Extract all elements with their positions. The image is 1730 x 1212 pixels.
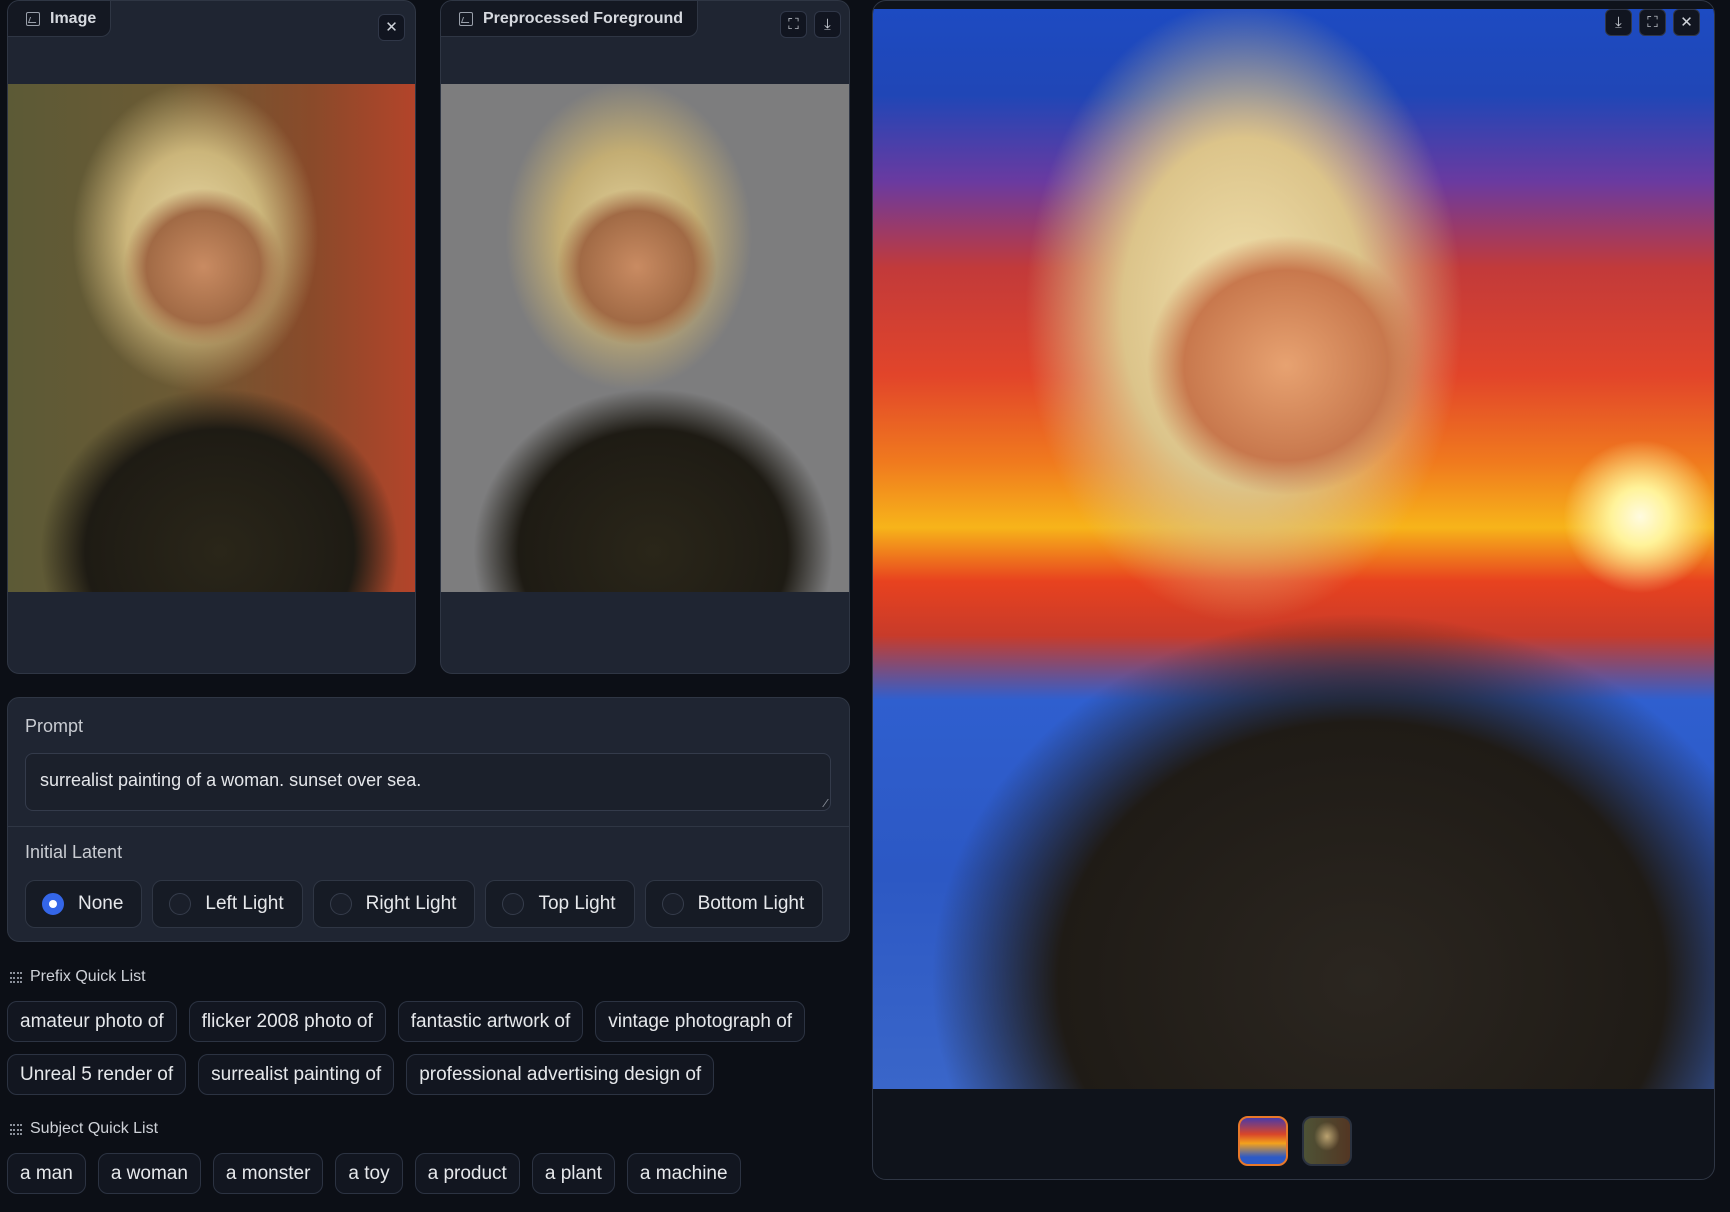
download-button[interactable]: ⤓ [1605, 9, 1632, 36]
prefix-chip-row-2: Unreal 5 render of surrealist painting o… [7, 1054, 715, 1095]
prefix-chip[interactable]: flicker 2008 photo of [188, 1001, 386, 1042]
preprocessed-foreground-label: Preprocessed Foreground [441, 1, 699, 37]
list-icon [10, 1123, 22, 1135]
radio-selected-icon [42, 893, 64, 915]
resize-handle-icon[interactable] [815, 799, 829, 807]
download-icon: ⤓ [824, 16, 831, 33]
subject-quick-list-title: Subject Quick List [10, 1120, 158, 1138]
close-icon: ✕ [385, 19, 398, 36]
prefix-chip[interactable]: fantastic artwork of [397, 1001, 584, 1042]
radio-label: Right Light [365, 893, 457, 914]
fullscreen-icon: ⛶ [788, 16, 799, 33]
prompt-value: surrealist painting of a woman. sunset o… [40, 770, 422, 790]
radio-empty-icon [329, 893, 352, 915]
close-button[interactable]: ✕ [378, 14, 405, 41]
thumbnail-foreground[interactable] [1302, 1116, 1352, 1166]
download-icon: ⤓ [1615, 14, 1622, 31]
subject-chip[interactable]: a plant [531, 1153, 615, 1194]
prompt-textarea[interactable]: surrealist painting of a woman. sunset o… [25, 753, 831, 811]
subject-chip[interactable]: a machine [626, 1153, 741, 1194]
subject-chip[interactable]: a toy [335, 1153, 403, 1194]
radio-empty-icon [502, 893, 525, 915]
fullscreen-button[interactable]: ⛶ [780, 11, 807, 38]
prefix-quick-list-title-text: Prefix Quick List [30, 968, 146, 985]
subject-quick-list-title-text: Subject Quick List [30, 1120, 159, 1137]
input-image[interactable] [8, 84, 415, 592]
preprocessed-foreground-image [441, 84, 849, 592]
initial-latent-label: Initial Latent [25, 842, 123, 862]
result-image[interactable] [873, 9, 1714, 1089]
radio-right-light[interactable]: Right Light [312, 880, 476, 928]
prompt-settings-block: Prompt surrealist painting of a woman. s… [7, 697, 850, 942]
result-gallery: ⤓ ⛶ ✕ [872, 0, 1715, 1180]
radio-empty-icon [169, 893, 192, 915]
radio-label: Bottom Light [697, 893, 805, 914]
radio-left-light[interactable]: Left Light [152, 880, 303, 928]
prefix-chip[interactable]: amateur photo of [7, 1001, 177, 1042]
radio-empty-icon [661, 893, 684, 915]
radio-top-light[interactable]: Top Light [485, 880, 635, 928]
radio-label: None [78, 893, 124, 914]
close-icon: ✕ [1680, 14, 1693, 31]
radio-bottom-light[interactable]: Bottom Light [644, 880, 824, 928]
download-button[interactable]: ⤓ [814, 11, 841, 38]
prompt-label: Prompt [25, 716, 84, 736]
prefix-chip[interactable]: Unreal 5 render of [7, 1054, 187, 1095]
radio-label: Left Light [205, 893, 284, 914]
input-image-panel[interactable]: Image ✕ [7, 0, 416, 674]
prefix-chip[interactable]: surrealist painting of [198, 1054, 395, 1095]
close-button[interactable]: ✕ [1673, 9, 1700, 36]
preprocessed-foreground-label-text: Preprocessed Foreground [483, 9, 684, 27]
subject-chip[interactable]: a woman [97, 1153, 201, 1194]
image-icon [459, 11, 473, 26]
subject-chip[interactable]: a product [414, 1153, 520, 1194]
image-icon [26, 11, 40, 26]
prefix-quick-list-title: Prefix Quick List [10, 968, 146, 986]
subject-chip[interactable]: a monster [212, 1153, 324, 1194]
divider [8, 826, 849, 827]
subject-chip[interactable]: a man [7, 1153, 86, 1194]
initial-latent-radio-group: None Left Light Right Light Top Light Bo… [25, 880, 824, 928]
fullscreen-icon: ⛶ [1647, 14, 1658, 31]
list-icon [10, 971, 22, 983]
thumbnail-result-selected[interactable] [1238, 1116, 1288, 1166]
radio-label: Top Light [538, 893, 616, 914]
prefix-chip[interactable]: professional advertising design of [406, 1054, 715, 1095]
prefix-chip[interactable]: vintage photograph of [595, 1001, 806, 1042]
thumbnail-strip [1238, 1116, 1352, 1166]
preprocessed-foreground-panel: Preprocessed Foreground ⛶ ⤓ [440, 0, 850, 674]
input-image-label-text: Image [50, 9, 97, 27]
fullscreen-button[interactable]: ⛶ [1639, 9, 1666, 36]
radio-none[interactable]: None [25, 880, 143, 928]
prefix-chip-row-1: amateur photo of flicker 2008 photo of f… [7, 1001, 806, 1042]
subject-chip-row: a man a woman a monster a toy a product … [7, 1153, 741, 1194]
input-image-label: Image [8, 1, 112, 37]
